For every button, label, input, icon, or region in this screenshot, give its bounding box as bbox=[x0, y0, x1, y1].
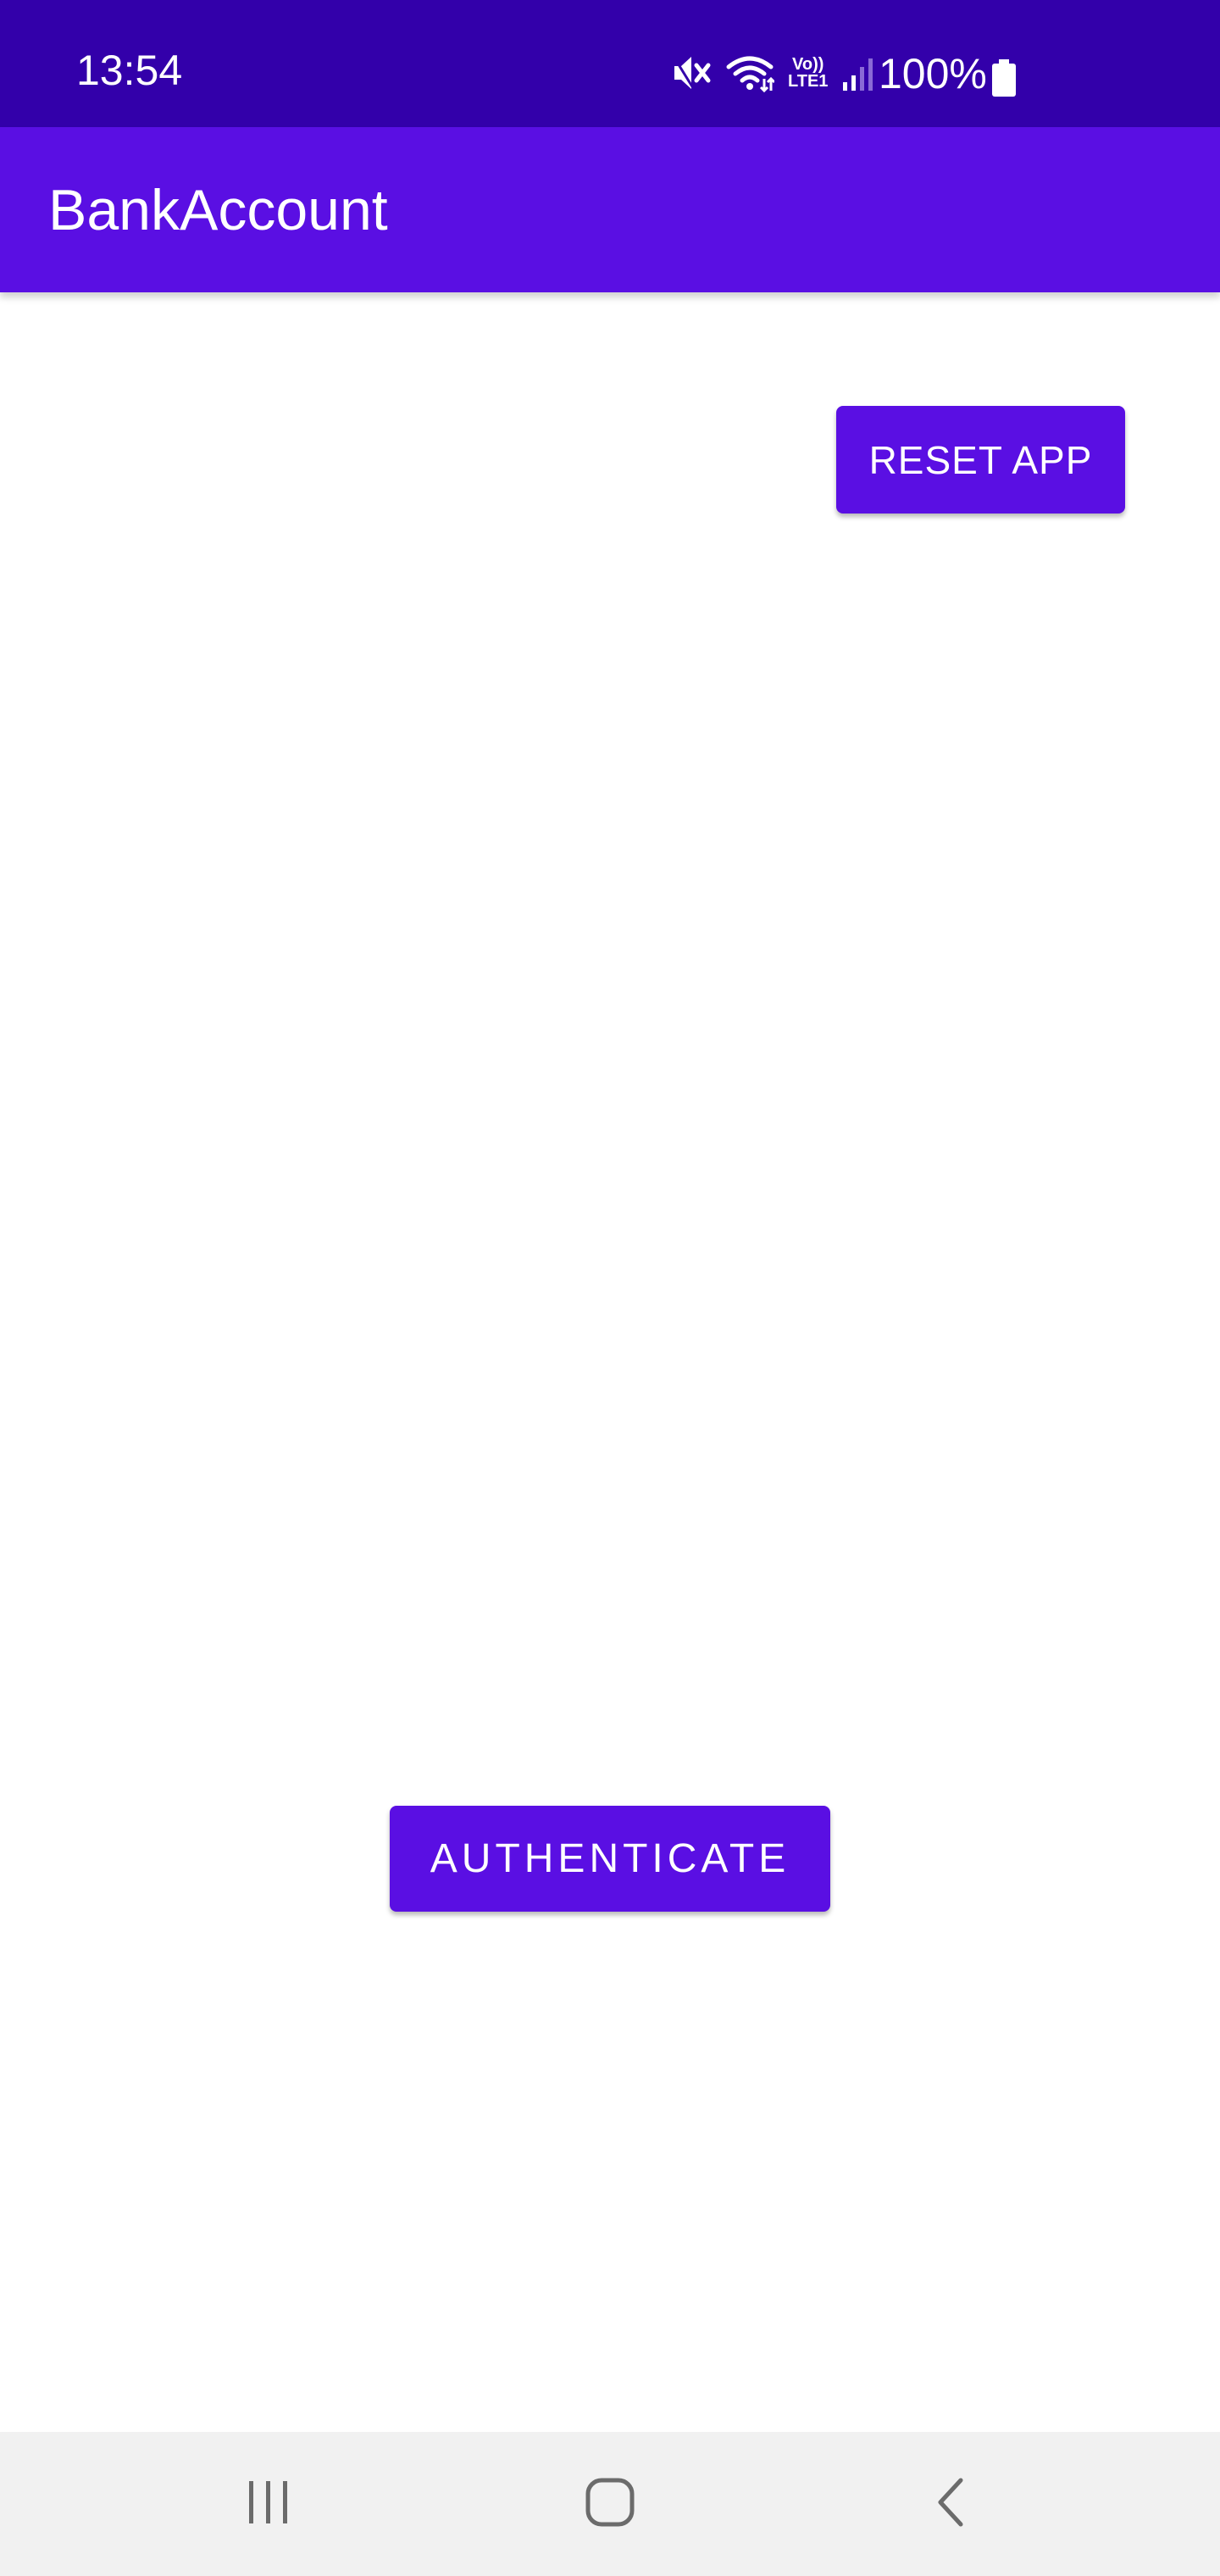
status-bar: 13:54 Vo)) LTE1 100% bbox=[0, 0, 1220, 127]
home-button[interactable] bbox=[525, 2432, 695, 2576]
reset-app-button[interactable]: RESET APP bbox=[836, 406, 1125, 514]
app-bar: BankAccount bbox=[0, 127, 1220, 292]
battery-percent: 100% bbox=[879, 50, 987, 97]
back-button[interactable] bbox=[866, 2432, 1035, 2576]
mute-icon bbox=[671, 53, 712, 92]
authenticate-button[interactable]: AUTHENTICATE bbox=[390, 1806, 830, 1912]
lte-label: LTE1 bbox=[788, 72, 829, 91]
screen: 13:54 Vo)) LTE1 100% BankAccount RESET A… bbox=[0, 0, 1220, 2576]
volte-lte-icon: Vo)) LTE1 bbox=[788, 56, 828, 90]
wifi-icon bbox=[725, 53, 774, 92]
recents-button[interactable] bbox=[184, 2432, 353, 2576]
signal-icon bbox=[841, 55, 875, 91]
navigation-bar bbox=[0, 2432, 1220, 2576]
volte-label: Vo)) bbox=[792, 55, 824, 74]
home-icon bbox=[585, 2477, 635, 2532]
status-icons: Vo)) LTE1 bbox=[671, 53, 875, 93]
battery-icon bbox=[991, 59, 1017, 101]
recents-icon bbox=[243, 2479, 294, 2529]
app-title: BankAccount bbox=[48, 178, 388, 242]
status-time: 13:54 bbox=[76, 47, 183, 94]
back-icon bbox=[934, 2477, 968, 2532]
